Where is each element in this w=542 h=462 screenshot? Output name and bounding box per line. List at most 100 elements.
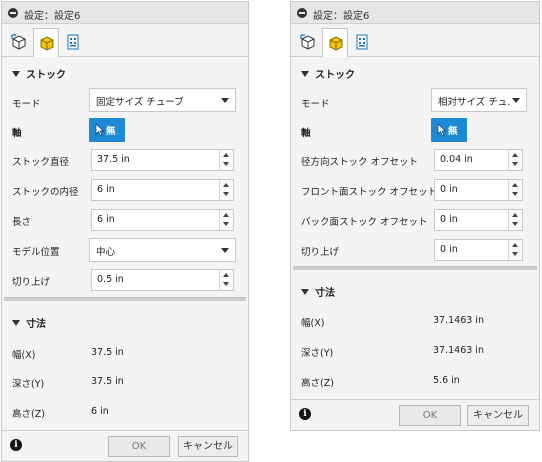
dialog-titlebar: 設定：設定6 xyxy=(291,2,539,24)
expand-triangle-icon xyxy=(12,71,20,77)
width-value: 37.5 in xyxy=(91,347,124,358)
model-position-select[interactable]: 中心 xyxy=(89,238,236,262)
tab-bar xyxy=(291,25,539,57)
spinner[interactable] xyxy=(508,240,522,260)
round-up-value: 0.5 in xyxy=(97,274,124,285)
spinner[interactable] xyxy=(508,150,522,170)
spinner[interactable] xyxy=(219,180,233,200)
ok-button[interactable]: OK xyxy=(108,436,170,457)
round-up-value: 0 in xyxy=(440,244,458,255)
tab-stock[interactable] xyxy=(33,28,59,57)
width-label: 幅(X) xyxy=(12,350,36,361)
model-position-label: モデル位置 xyxy=(12,247,60,258)
inner-diameter-label: ストックの内径 xyxy=(12,187,79,198)
spinner[interactable] xyxy=(219,270,233,290)
spinner[interactable] xyxy=(219,210,233,230)
height-label: 高さ(Z) xyxy=(301,378,334,389)
depth-value: 37.1463 in xyxy=(433,345,484,356)
back-offset-value: 0 in xyxy=(440,214,458,225)
outer-diameter-input[interactable]: 37.5 in xyxy=(91,149,234,171)
cancel-button[interactable]: キャンセル xyxy=(467,405,529,426)
front-offset-value: 0 in xyxy=(440,184,458,195)
tab-post-process[interactable] xyxy=(349,28,375,57)
spinner[interactable] xyxy=(508,210,522,230)
collapse-minus-icon[interactable] xyxy=(8,8,18,18)
section-title: 寸法 xyxy=(315,288,335,299)
cancel-button[interactable]: キャンセル xyxy=(178,436,238,457)
radial-offset-label: 径方向ストック オフセット xyxy=(301,157,419,168)
info-icon[interactable]: i xyxy=(10,439,22,451)
setup-dialog-fixed: 設定：設定6 ストック モード 固定サイズ チューブ 軸 無 ストック直径 37… xyxy=(1,1,249,462)
radial-offset-value: 0.04 in xyxy=(440,154,473,165)
round-up-input[interactable]: 0 in xyxy=(434,239,523,261)
spin-up-icon[interactable] xyxy=(223,183,229,187)
tab-setup[interactable] xyxy=(295,28,321,57)
spin-up-icon[interactable] xyxy=(512,183,518,187)
depth-value: 37.5 in xyxy=(91,376,124,387)
spin-down-icon[interactable] xyxy=(512,162,518,166)
section-stock-header[interactable]: ストック xyxy=(301,66,355,81)
axis-select-button[interactable]: 無 xyxy=(431,118,467,142)
info-icon[interactable]: i xyxy=(299,408,311,420)
radial-offset-input[interactable]: 0.04 in xyxy=(434,149,523,171)
section-title: 寸法 xyxy=(26,319,46,330)
section-dimensions-header[interactable]: 寸法 xyxy=(301,284,335,299)
mode-select[interactable]: 固定サイズ チューブ xyxy=(89,88,236,112)
post-process-icon xyxy=(356,34,368,50)
outer-diameter-label: ストック直径 xyxy=(12,157,70,168)
mode-select[interactable]: 相対サイズ チュ... xyxy=(431,88,527,112)
mode-label: モード xyxy=(301,99,330,110)
spin-down-icon[interactable] xyxy=(223,282,229,286)
dialog-title: 設定：設定6 xyxy=(24,11,81,22)
spin-down-icon[interactable] xyxy=(223,162,229,166)
width-value: 37.1463 in xyxy=(433,315,484,326)
spin-up-icon[interactable] xyxy=(223,153,229,157)
chevron-down-icon xyxy=(512,98,520,103)
section-dimensions-header[interactable]: 寸法 xyxy=(12,315,46,330)
spin-down-icon[interactable] xyxy=(512,252,518,256)
section-divider[interactable] xyxy=(293,266,537,270)
axis-select-button[interactable]: 無 xyxy=(89,118,125,142)
round-up-input[interactable]: 0.5 in xyxy=(91,269,234,291)
spinner[interactable] xyxy=(219,150,233,170)
width-label: 幅(X) xyxy=(301,318,325,329)
spin-up-icon[interactable] xyxy=(223,213,229,217)
section-divider[interactable] xyxy=(4,297,246,301)
tab-setup[interactable] xyxy=(6,28,32,57)
collapse-minus-icon[interactable] xyxy=(297,8,307,18)
spin-down-icon[interactable] xyxy=(512,222,518,226)
dialog-footer: i OK キャンセル xyxy=(291,399,539,429)
inner-diameter-input[interactable]: 6 in xyxy=(91,179,234,201)
section-title: ストック xyxy=(26,70,66,81)
front-offset-label: フロント面ストック オフセット xyxy=(301,187,438,198)
outer-diameter-value: 37.5 in xyxy=(97,154,130,165)
mode-value: 固定サイズ チューブ xyxy=(96,97,184,108)
section-title: ストック xyxy=(315,70,355,81)
dialog-titlebar: 設定：設定6 xyxy=(2,2,248,24)
chevron-down-icon xyxy=(221,98,229,103)
front-offset-input[interactable]: 0 in xyxy=(434,179,523,201)
mode-label: モード xyxy=(12,99,41,110)
tab-bar xyxy=(2,25,248,57)
section-stock-header[interactable]: ストック xyxy=(12,66,66,81)
axis-label: 軸 xyxy=(301,128,311,139)
axis-button-text: 無 xyxy=(106,126,116,137)
length-input[interactable]: 6 in xyxy=(91,209,234,231)
height-label: 高さ(Z) xyxy=(12,409,45,420)
spinner[interactable] xyxy=(508,180,522,200)
ok-button[interactable]: OK xyxy=(399,405,461,426)
spin-up-icon[interactable] xyxy=(512,213,518,217)
spin-up-icon[interactable] xyxy=(512,243,518,247)
spin-up-icon[interactable] xyxy=(512,153,518,157)
cursor-arrow-icon xyxy=(95,123,105,137)
tab-post-process[interactable] xyxy=(60,28,86,57)
spin-down-icon[interactable] xyxy=(223,222,229,226)
stock-cube-icon xyxy=(40,36,54,51)
tab-stock[interactable] xyxy=(322,28,348,57)
spin-down-icon[interactable] xyxy=(512,192,518,196)
back-offset-input[interactable]: 0 in xyxy=(434,209,523,231)
expand-triangle-icon xyxy=(12,320,20,326)
spin-up-icon[interactable] xyxy=(223,273,229,277)
inner-diameter-value: 6 in xyxy=(97,184,115,195)
spin-down-icon[interactable] xyxy=(223,192,229,196)
